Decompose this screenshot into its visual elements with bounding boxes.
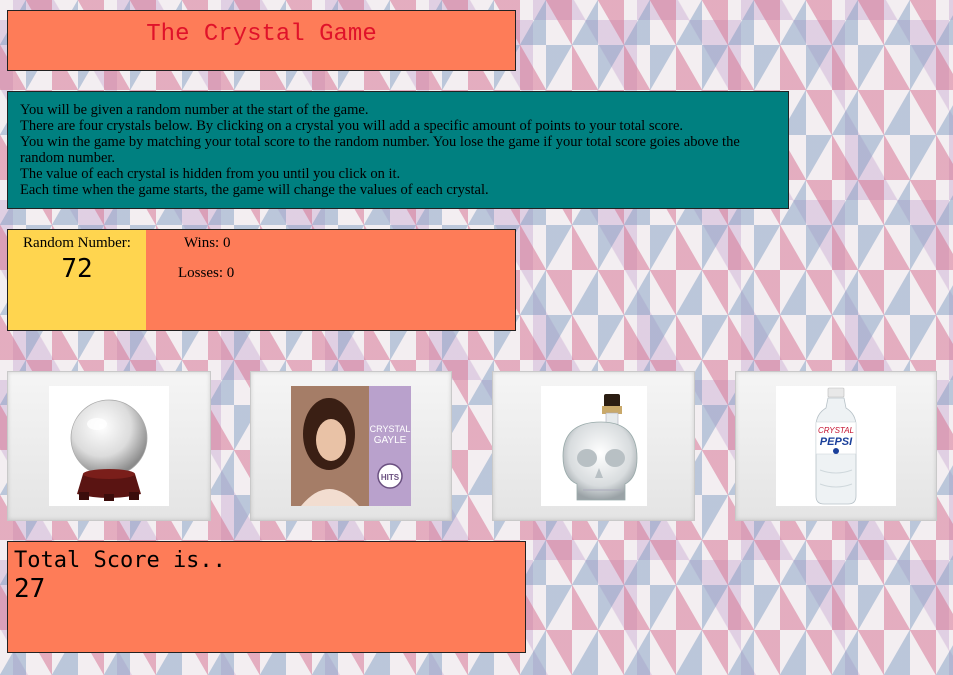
instruction-line: Each time when the game starts, the game…	[20, 182, 489, 198]
album-text-crystal: CRYSTAL	[370, 424, 411, 434]
bottle-text-pepsi: PEPSI	[820, 436, 853, 448]
album-badge: HITS	[381, 473, 400, 482]
crystal-gayle-album-icon: CRYSTAL GAYLE HITS	[291, 386, 411, 506]
random-number-value: 72	[61, 254, 93, 284]
crystal-skull-bottle-icon	[541, 386, 647, 506]
instruction-line: The value of each crystal is hidden from…	[20, 166, 401, 182]
crystal-ball-icon	[49, 386, 169, 506]
bottle-text-crystal: CRYSTAL	[818, 426, 854, 435]
total-score-panel: Total Score is.. 27	[7, 541, 526, 653]
page-title: The Crystal Game	[146, 21, 377, 48]
album-text-gayle: GAYLE	[374, 435, 407, 446]
crystal-button-3[interactable]	[492, 371, 695, 521]
crystal-button-1[interactable]	[7, 371, 211, 521]
instructions-panel: You will be given a random number at the…	[7, 91, 789, 209]
instruction-line: There are four crystals below. By clicki…	[20, 118, 684, 134]
total-score-value: 27	[14, 574, 46, 604]
total-score-label: Total Score is..	[14, 548, 226, 573]
numbers-panel: Random Number: 72 Wins: 0 Losses: 0	[7, 229, 516, 331]
title-banner: The Crystal Game	[7, 10, 516, 71]
wins-counter: Wins: 0	[184, 235, 231, 251]
instruction-line: You win the game by matching your total …	[20, 134, 740, 166]
instruction-line: You will be given a random number at the…	[20, 102, 369, 118]
random-number-box: Random Number: 72	[8, 230, 146, 330]
crystal-pepsi-bottle-icon: CRYSTAL PEPSI	[776, 386, 896, 506]
crystal-button-2[interactable]: CRYSTAL GAYLE HITS	[250, 371, 452, 521]
losses-counter: Losses: 0	[178, 265, 235, 281]
random-number-label: Random Number:	[23, 235, 131, 251]
crystal-button-4[interactable]: CRYSTAL PEPSI	[735, 371, 937, 521]
